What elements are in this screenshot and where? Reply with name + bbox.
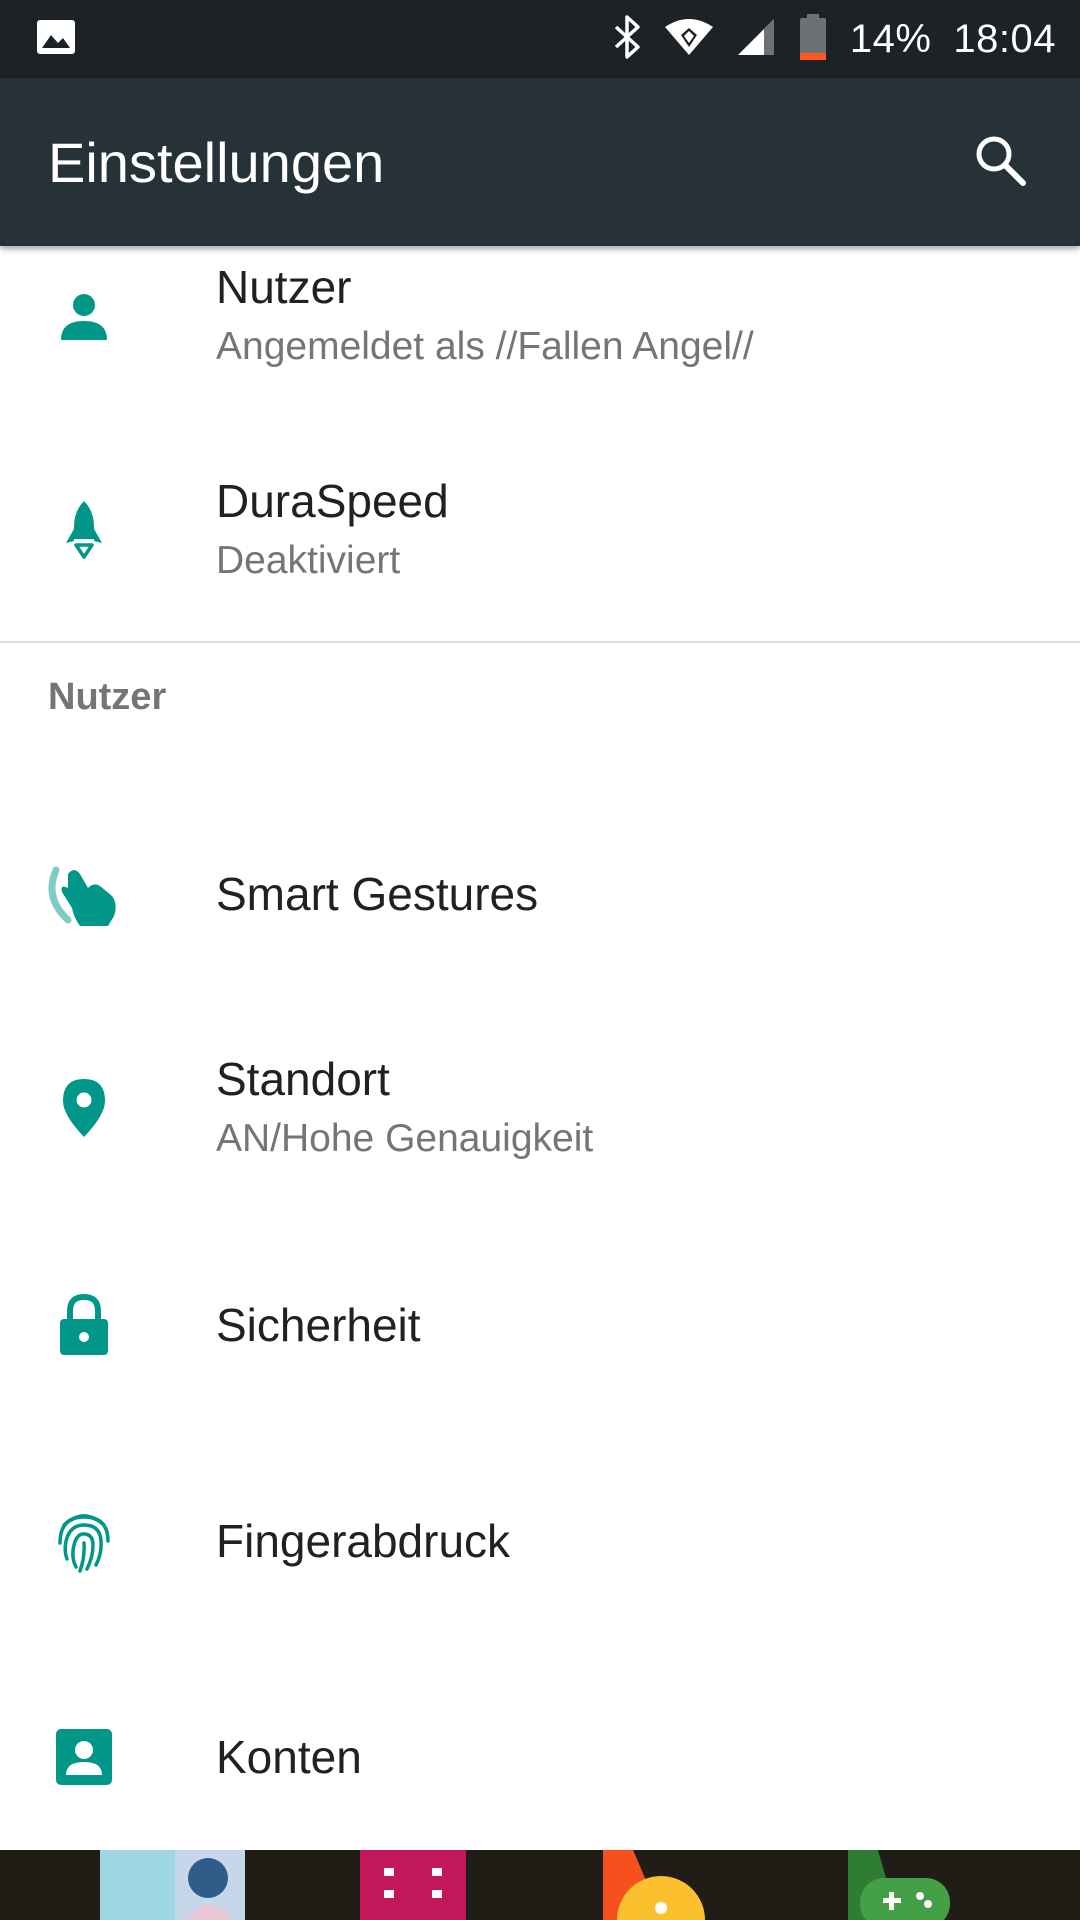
list-item-sicherheit[interactable]: Sicherheit [0,1225,1080,1425]
gesture-icon [46,856,122,932]
battery-icon [798,13,828,66]
list-item-subtitle: Deaktiviert [216,539,401,582]
list-item-title: DuraSpeed [216,475,449,527]
list-item-subtitle: AN/Hohe Genauigkeit [216,1117,594,1160]
account-icon [46,1719,122,1795]
app-thumbnail[interactable] [100,1850,245,1920]
signal-icon [736,17,776,62]
list-item-title: Fingerabdruck [216,1515,511,1567]
list-item-title: Smart Gestures [216,868,539,920]
section-header: Nutzer [48,676,167,718]
clock: 18:04 [953,16,1056,61]
search-button[interactable] [968,130,1032,194]
image-icon [36,19,76,60]
section-divider [0,641,1080,643]
page-title: Einstellungen [48,130,385,194]
list-item-duraspeed[interactable]: DuraSpeed Deaktiviert [0,430,1080,630]
lock-icon [46,1287,122,1363]
location-icon [46,1070,122,1146]
wifi-icon [664,17,714,62]
list-item-title: Nutzer [216,261,352,313]
rocket-icon [46,492,122,568]
fingerprint-icon [46,1503,122,1579]
app-bar: Einstellungen [0,78,1080,246]
list-item-nutzer[interactable]: Nutzer Angemeldet als //Fallen Angel// [0,246,1080,416]
list-item-smart-gestures[interactable]: Smart Gestures [0,794,1080,994]
battery-percent: 14% [849,16,932,61]
movie-app-icon[interactable] [360,1850,466,1920]
status-bar: 14% 18:04 [0,0,1080,78]
list-item-title: Konten [216,1731,362,1783]
search-icon [972,132,1028,193]
games-app-icon[interactable] [848,1850,958,1920]
bluetooth-icon [612,14,642,64]
app-dock [0,1850,1080,1920]
music-app-icon[interactable] [603,1850,713,1920]
list-item-fingerabdruck[interactable]: Fingerabdruck [0,1441,1080,1641]
person-icon [46,278,122,354]
list-item-title: Standort [216,1053,390,1105]
list-item-standort[interactable]: Standort AN/Hohe Genauigkeit [0,1008,1080,1208]
list-item-title: Sicherheit [216,1299,421,1351]
settings-list: Nutzer Angemeldet als //Fallen Angel// D… [0,246,1080,1850]
list-item-konten[interactable]: Konten [0,1657,1080,1850]
list-item-subtitle: Angemeldet als //Fallen Angel// [216,325,754,368]
